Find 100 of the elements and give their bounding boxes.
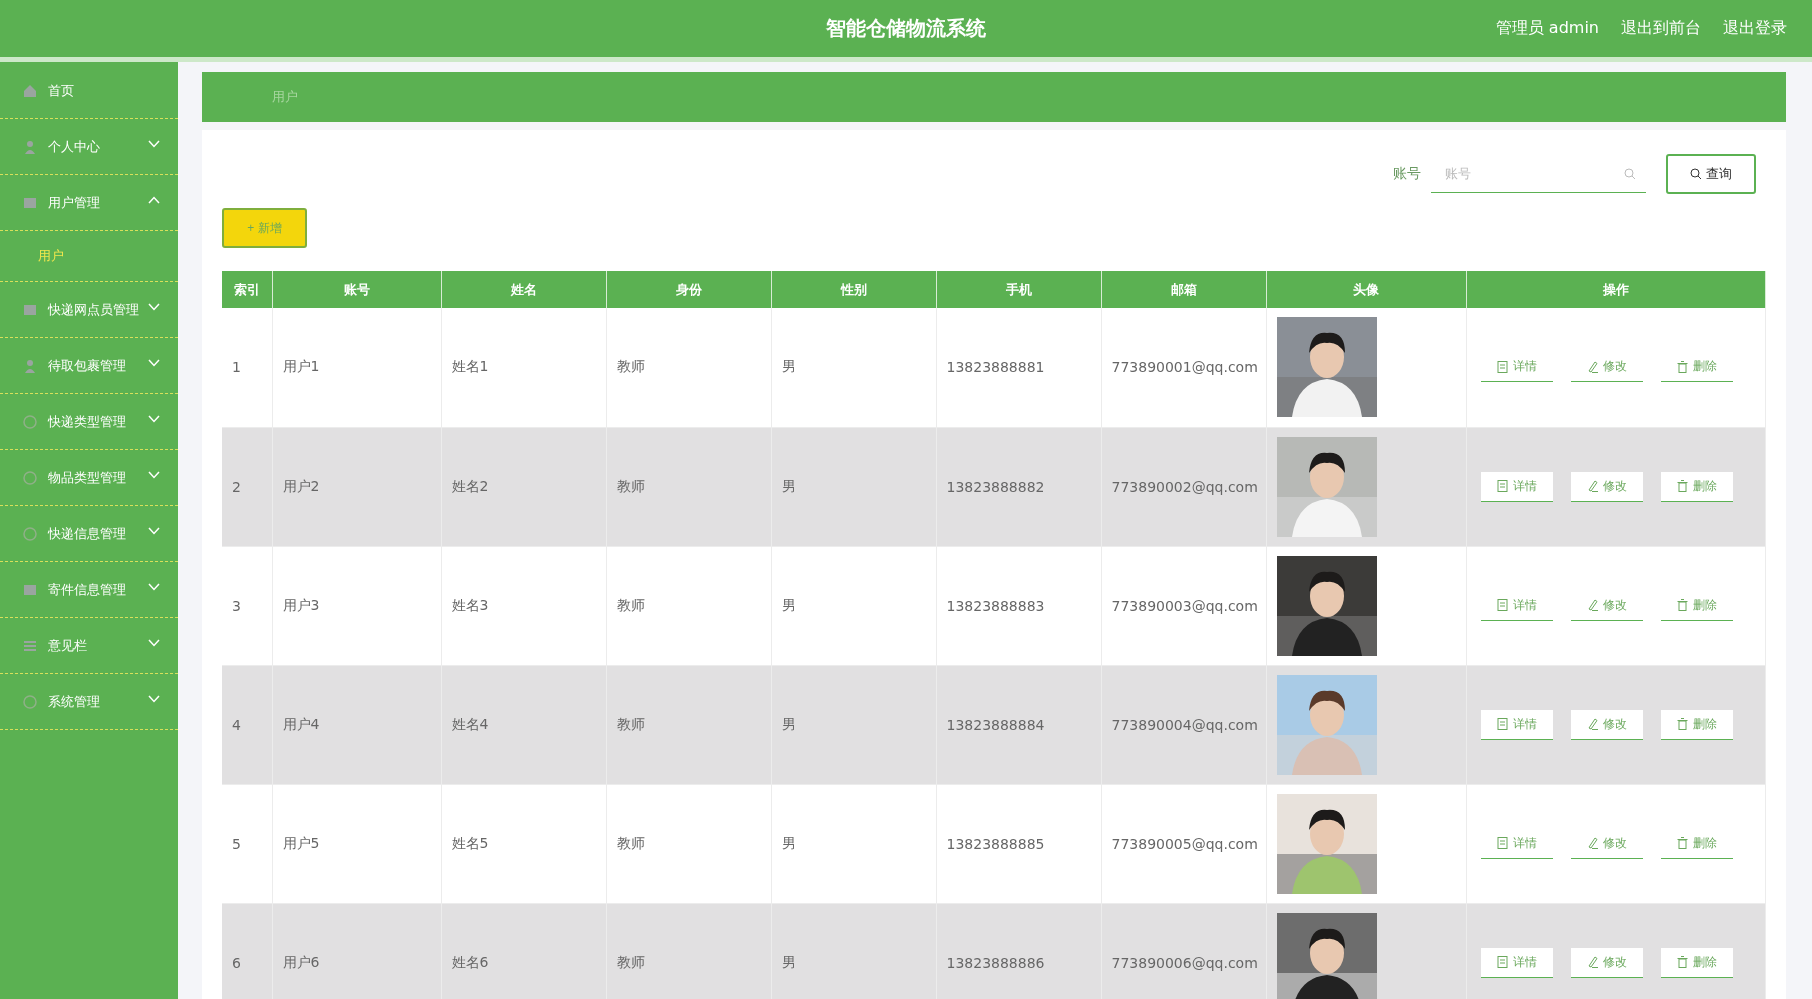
action-button[interactable]: 修改 <box>1570 590 1643 621</box>
sidebar-subitem[interactable]: 用户 <box>0 231 178 282</box>
action-button[interactable]: 修改 <box>1570 709 1643 740</box>
table-cell: 用户5 <box>272 784 441 903</box>
table-cell: 13823888883 <box>936 546 1101 665</box>
table-cell: 13823888881 <box>936 308 1101 427</box>
sidebar-item[interactable]: 意见栏 <box>0 618 178 674</box>
table-cell: 6 <box>222 903 272 999</box>
table-cell: 13823888884 <box>936 665 1101 784</box>
trash-icon <box>1676 480 1688 492</box>
action-button[interactable]: 删除 <box>1660 709 1733 740</box>
table-cell: 教师 <box>606 665 771 784</box>
table-cell: 教师 <box>606 784 771 903</box>
pencil-icon <box>1586 956 1598 968</box>
column-header: 操作 <box>1466 271 1765 308</box>
search-icon <box>1623 168 1636 180</box>
pencil-icon <box>1586 837 1598 849</box>
table-cell: 13823888885 <box>936 784 1101 903</box>
column-header: 手机 <box>936 271 1101 308</box>
action-button[interactable]: 修改 <box>1570 471 1643 502</box>
table-cell: 用户4 <box>272 665 441 784</box>
action-button[interactable]: 修改 <box>1570 352 1643 383</box>
action-button[interactable]: 详情 <box>1480 947 1553 978</box>
action-button[interactable]: 详情 <box>1480 352 1553 383</box>
column-header: 身份 <box>606 271 771 308</box>
table-cell: 男 <box>771 427 936 546</box>
search-field[interactable]: 账号 <box>1430 155 1646 193</box>
app-title: 智能仓储物流系统 <box>826 15 986 42</box>
search-label: 账号 <box>1392 165 1421 183</box>
document-icon <box>1496 480 1508 492</box>
table-cell: 男 <box>771 784 936 903</box>
sidebar-item[interactable]: 用户管理 <box>0 175 178 231</box>
table-cell: 姓名2 <box>441 427 606 546</box>
table-cell: 教师 <box>606 903 771 999</box>
table-cell: 姓名1 <box>441 308 606 427</box>
action-button[interactable]: 删除 <box>1660 471 1733 502</box>
sidebar-item[interactable]: 首页 <box>0 63 178 119</box>
table-cell: 男 <box>771 665 936 784</box>
table-cell: 1 <box>222 308 272 427</box>
trash-icon <box>1676 837 1688 849</box>
circle-icon <box>22 413 38 430</box>
action-button[interactable]: 详情 <box>1480 828 1553 859</box>
sidebar-item[interactable]: 待取包裹管理 <box>0 338 178 394</box>
table-cell: 教师 <box>606 546 771 665</box>
person-icon <box>22 138 38 155</box>
trash-icon <box>1676 718 1688 730</box>
add-button[interactable]: + 新增 <box>222 208 307 248</box>
table-cell: 773890002@qq.com <box>1101 427 1266 546</box>
table-cell: 用户3 <box>272 546 441 665</box>
column-header: 性别 <box>771 271 936 308</box>
table-cell: 5 <box>222 784 272 903</box>
sidebar-item[interactable]: 快递网点员管理 <box>0 282 178 338</box>
table-cell: 773890005@qq.com <box>1101 784 1266 903</box>
table-cell: 2 <box>222 427 272 546</box>
action-button[interactable]: 删除 <box>1660 352 1733 383</box>
circle-icon <box>22 693 38 710</box>
action-button[interactable]: 修改 <box>1570 947 1643 978</box>
table-cell: 姓名6 <box>441 903 606 999</box>
sidebar-item[interactable]: 快递信息管理 <box>0 506 178 562</box>
sidebar-item[interactable]: 个人中心 <box>0 119 178 175</box>
table-cell: 用户2 <box>272 427 441 546</box>
table-cell: 教师 <box>606 308 771 427</box>
column-header: 邮箱 <box>1101 271 1266 308</box>
table-cell: 773890004@qq.com <box>1101 665 1266 784</box>
table-cell: 姓名4 <box>441 665 606 784</box>
trash-icon <box>1676 599 1688 611</box>
pencil-icon <box>1586 599 1598 611</box>
sidebar-item[interactable]: 物品类型管理 <box>0 450 178 506</box>
table-cell: 男 <box>771 546 936 665</box>
action-button[interactable]: 详情 <box>1480 471 1553 502</box>
pencil-icon <box>1586 360 1598 373</box>
table-cell: 773890001@qq.com <box>1101 308 1266 427</box>
table-cell: 773890006@qq.com <box>1101 903 1266 999</box>
document-icon <box>1496 718 1508 730</box>
circle-icon <box>22 525 38 542</box>
header-link[interactable]: 退出到前台 <box>1621 18 1701 39</box>
sidebar-item[interactable]: 寄件信息管理 <box>0 562 178 618</box>
column-header: 姓名 <box>441 271 606 308</box>
action-button[interactable]: 删除 <box>1660 828 1733 859</box>
action-button[interactable]: 修改 <box>1570 828 1643 859</box>
action-button[interactable]: 详情 <box>1480 709 1553 740</box>
breadcrumb[interactable]: 用户 <box>272 88 298 106</box>
header-link[interactable]: 管理员 admin <box>1495 18 1599 39</box>
table-cell: 用户6 <box>272 903 441 999</box>
column-header: 头像 <box>1266 271 1466 308</box>
action-button[interactable]: 详情 <box>1480 590 1553 621</box>
search-icon <box>1689 168 1702 180</box>
column-header: 账号 <box>272 271 441 308</box>
sidebar-item[interactable]: 快递类型管理 <box>0 394 178 450</box>
action-button[interactable]: 删除 <box>1660 590 1733 621</box>
trash-icon <box>1676 360 1688 373</box>
pencil-icon <box>1586 718 1598 730</box>
table-cell: 773890003@qq.com <box>1101 546 1266 665</box>
query-button[interactable]: 查询 <box>1665 154 1756 194</box>
action-button[interactable]: 删除 <box>1660 947 1733 978</box>
table-cell: 姓名5 <box>441 784 606 903</box>
circle-icon <box>22 469 38 486</box>
table-cell: 4 <box>222 665 272 784</box>
sidebar-item[interactable]: 系统管理 <box>0 674 178 730</box>
header-link[interactable]: 退出登录 <box>1723 18 1787 39</box>
